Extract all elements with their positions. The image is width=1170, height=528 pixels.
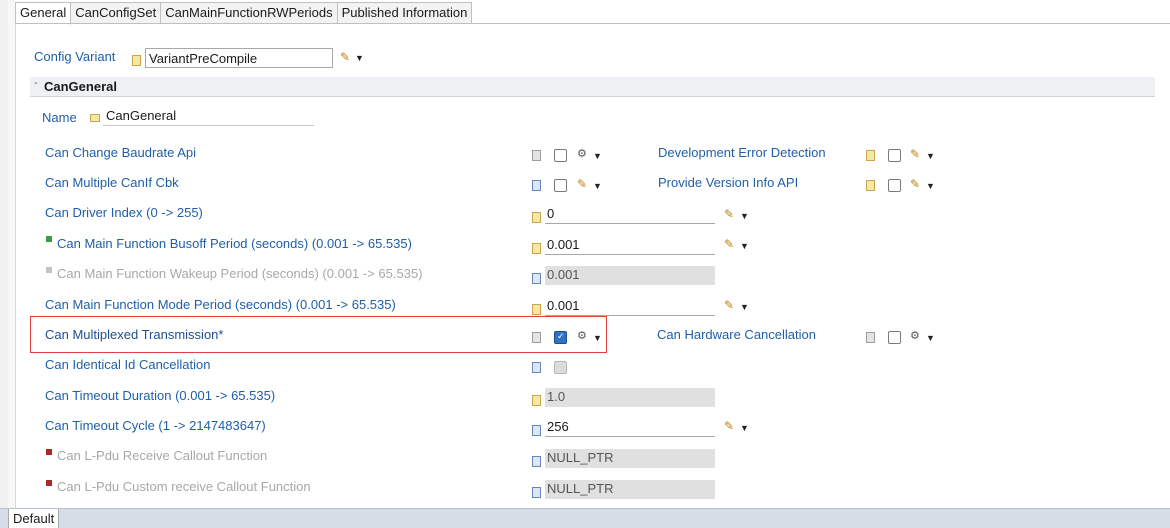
field-value: 1.0 — [547, 389, 566, 404]
tab-published-information[interactable]: Published Information — [336, 2, 473, 23]
pencil-icon[interactable]: ✎ — [340, 50, 350, 64]
name-input[interactable]: CanGeneral — [103, 107, 314, 126]
config-variant-select[interactable]: VariantPreCompile ⌵ — [145, 48, 333, 68]
doc-icon — [532, 362, 541, 373]
status-marker — [46, 449, 52, 455]
dropdown-arrow-icon[interactable]: ▼ — [593, 151, 602, 161]
pencil-icon[interactable]: ✎ — [724, 237, 734, 251]
row-label: Can Timeout Cycle (1 -> 2147483647) — [45, 418, 266, 433]
row-label: Can Timeout Duration (0.001 -> 65.535) — [45, 388, 276, 403]
field-value: 0.001 — [547, 298, 580, 313]
dropdown-arrow-icon[interactable]: ▼ — [740, 211, 749, 221]
doc-icon — [866, 180, 875, 191]
status-marker — [46, 236, 52, 242]
dropdown-arrow-icon[interactable]: ▼ — [593, 181, 602, 191]
field-value: 256 — [547, 419, 569, 434]
status-marker — [46, 480, 52, 486]
dropdown-arrow-icon[interactable]: ▼ — [926, 333, 935, 343]
row-label: Development Error Detection — [658, 145, 826, 160]
row-label: Can L-Pdu Custom receive Callout Functio… — [57, 479, 311, 494]
can-multiple-canif-cbk-checkbox[interactable] — [554, 179, 567, 192]
gear-icon[interactable]: ⚙ — [577, 147, 587, 160]
pencil-icon[interactable]: ✎ — [910, 147, 920, 161]
gear-icon[interactable]: ⚙ — [910, 329, 920, 342]
doc-icon — [532, 456, 541, 467]
dropdown-arrow-icon[interactable]: ▼ — [593, 333, 602, 343]
busoff-period-input[interactable]: 0.001 — [545, 236, 715, 255]
field-value: NULL_PTR — [547, 450, 614, 465]
doc-icon — [532, 212, 541, 223]
doc-icon — [532, 304, 541, 315]
row-label: Can Multiplexed Transmission* — [45, 327, 224, 342]
doc-icon — [532, 332, 541, 343]
can-change-baudrate-checkbox[interactable] — [554, 149, 567, 162]
dropdown-arrow-icon[interactable]: ▼ — [740, 241, 749, 251]
custom-receive-callout-field: NULL_PTR — [545, 480, 715, 499]
dev-error-detection-checkbox[interactable] — [888, 149, 901, 162]
chevron-down-icon: ⌵ — [149, 51, 157, 62]
field-value: 0.001 — [547, 267, 580, 282]
tab-bar: General CanConfigSet CanMainFunctionRWPe… — [15, 2, 473, 25]
name-value: CanGeneral — [106, 108, 177, 123]
row-label: Can Main Function Busoff Period (seconds… — [57, 236, 412, 251]
doc-icon — [866, 150, 875, 161]
pencil-icon[interactable]: ✎ — [577, 177, 587, 191]
wakeup-period-field: 0.001 — [545, 266, 715, 285]
pencil-icon[interactable]: ✎ — [910, 177, 920, 191]
row-label: Can L-Pdu Receive Callout Function — [57, 448, 268, 463]
mode-period-input[interactable]: 0.001 — [545, 297, 715, 316]
pencil-icon[interactable]: ✎ — [724, 419, 734, 433]
dropdown-arrow-icon[interactable]: ▼ — [355, 53, 364, 63]
tab-default[interactable]: Default — [8, 509, 60, 528]
tab-general[interactable]: General — [15, 2, 72, 25]
doc-icon — [532, 180, 541, 191]
config-variant-label: Config Variant — [34, 49, 116, 64]
doc-icon — [532, 487, 541, 498]
section-title: CanGeneral — [44, 79, 117, 94]
timeout-duration-field: 1.0 — [545, 388, 715, 407]
field-value: 0 — [547, 206, 555, 221]
row-label: Can Driver Index (0 -> 255) — [45, 205, 203, 220]
doc-icon — [532, 150, 541, 161]
hw-cancellation-checkbox[interactable] — [888, 331, 901, 344]
row-label: Can Multiple CanIf Cbk — [45, 175, 179, 190]
doc-icon — [532, 425, 541, 436]
row-label: Provide Version Info API — [658, 175, 799, 190]
left-frame-inner — [8, 0, 15, 508]
dropdown-arrow-icon[interactable]: ▼ — [926, 151, 935, 161]
status-marker — [46, 267, 52, 273]
collapse-icon[interactable]: - — [34, 77, 38, 89]
version-info-api-checkbox[interactable] — [888, 179, 901, 192]
tab-canconfigset[interactable]: CanConfigSet — [70, 2, 162, 23]
doc-icon — [132, 55, 141, 66]
tab-canmainfunctionrwperiods[interactable]: CanMainFunctionRWPeriods — [160, 2, 338, 23]
status-bar: Default — [0, 508, 1170, 528]
row-label: Can Main Function Mode Period (seconds) … — [45, 297, 396, 312]
field-value: 0.001 — [547, 237, 580, 252]
row-label: Can Change Baudrate Api — [45, 145, 197, 160]
dropdown-arrow-icon[interactable]: ▼ — [740, 423, 749, 433]
timeout-cycle-input[interactable]: 256 — [545, 418, 715, 437]
dropdown-arrow-icon[interactable]: ▼ — [740, 302, 749, 312]
gear-icon[interactable]: ⚙ — [577, 329, 587, 342]
doc-icon — [532, 243, 541, 254]
name-label: Name — [42, 110, 77, 125]
pencil-icon[interactable]: ✎ — [724, 298, 734, 312]
pencil-icon[interactable]: ✎ — [724, 207, 734, 221]
row-label: Can Main Function Wakeup Period (seconds… — [57, 266, 423, 281]
receive-callout-field: NULL_PTR — [545, 449, 715, 468]
dropdown-arrow-icon[interactable]: ▼ — [926, 181, 935, 191]
folder-icon — [90, 114, 100, 122]
doc-icon — [532, 273, 541, 284]
field-value: NULL_PTR — [547, 481, 614, 496]
doc-icon — [532, 395, 541, 406]
identical-id-cancellation-checkbox — [554, 361, 567, 374]
section-header-cangeneral[interactable]: - CanGeneral — [30, 77, 1155, 97]
doc-icon — [866, 332, 875, 343]
row-label: Can Hardware Cancellation — [657, 327, 816, 342]
row-label: Can Identical Id Cancellation — [45, 357, 211, 372]
driver-index-input[interactable]: 0 — [545, 205, 715, 224]
multiplexed-transmission-checkbox[interactable] — [554, 331, 567, 344]
